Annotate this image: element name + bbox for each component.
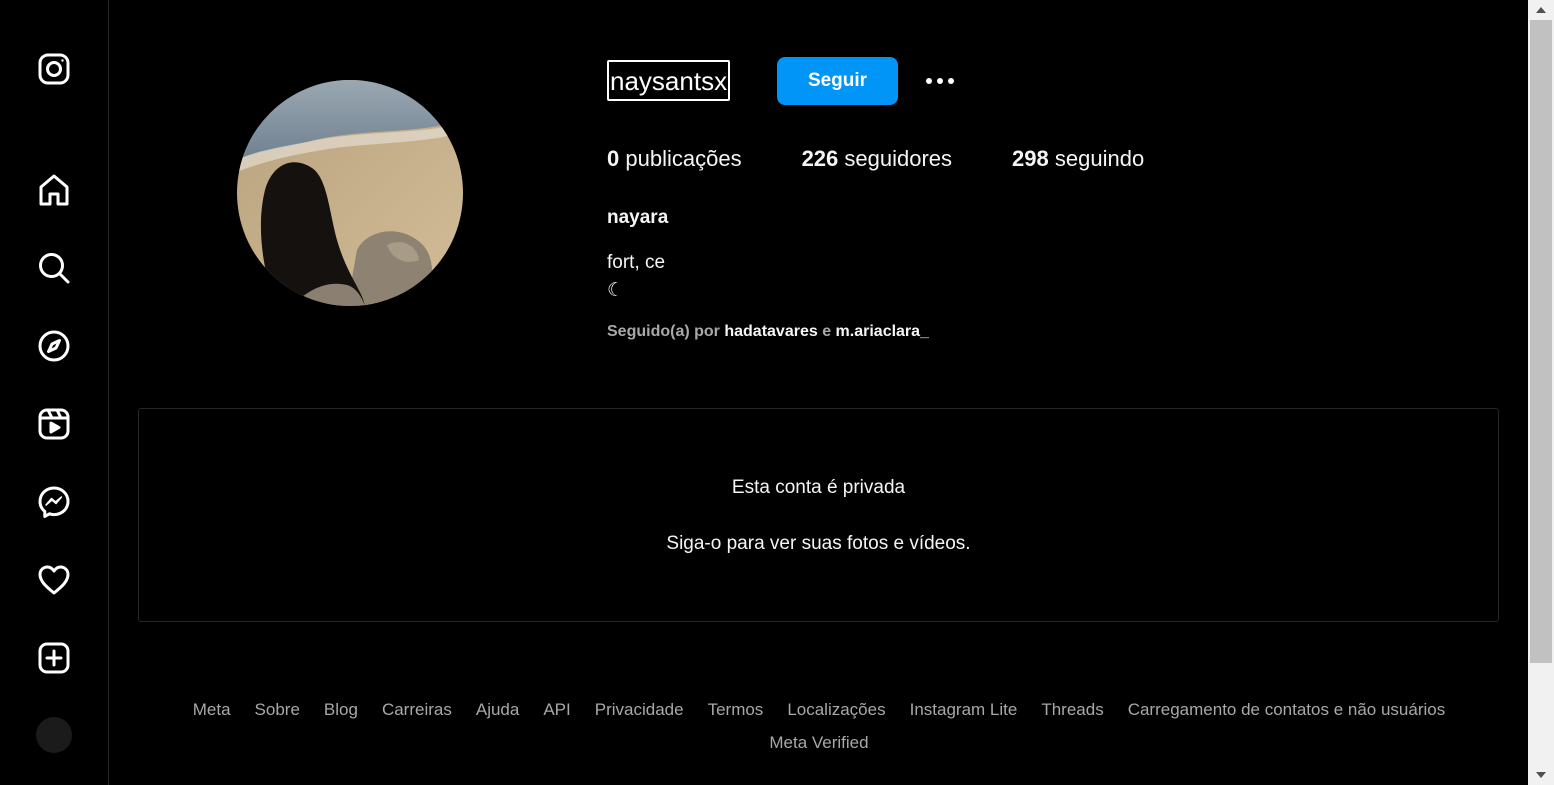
profile-bio-line: ☾: [607, 280, 625, 301]
profile-main: naysantsx Seguir 0 publicações 226 segui…: [110, 0, 1528, 785]
messenger-icon[interactable]: [34, 482, 74, 522]
profile-stats: 0 publicações 226 seguidores 298 seguind…: [607, 146, 1204, 172]
profile-bio-line: fort, ce: [607, 252, 666, 273]
footer-link-meta-verified[interactable]: Meta Verified: [769, 733, 868, 752]
footer-link[interactable]: Threads: [1041, 700, 1103, 720]
reels-icon[interactable]: [34, 404, 74, 444]
search-icon[interactable]: [34, 248, 74, 288]
scroll-up-icon[interactable]: [1528, 0, 1554, 20]
profile-picture[interactable]: [237, 80, 463, 306]
profile-full-name: nayara: [607, 207, 669, 228]
avatar[interactable]: [36, 717, 72, 753]
instagram-logo-icon[interactable]: [34, 49, 74, 89]
sidebar: [0, 0, 109, 785]
followers-link[interactable]: 226 seguidores: [802, 146, 952, 172]
footer-link[interactable]: Localizações: [787, 700, 885, 720]
home-icon[interactable]: [34, 170, 74, 210]
private-account-notice: Esta conta é privada Siga-o para ver sua…: [138, 408, 1499, 622]
footer-link[interactable]: Carreiras: [382, 700, 452, 720]
private-subtitle: Siga-o para ver suas fotos e vídeos.: [666, 533, 971, 554]
posts-count: 0 publicações: [607, 146, 742, 171]
footer-link[interactable]: Ajuda: [476, 700, 519, 720]
scrollbar[interactable]: [1528, 0, 1554, 785]
footer-links: Meta Sobre Blog Carreiras Ajuda API Priv…: [110, 700, 1528, 720]
scroll-down-icon[interactable]: [1528, 765, 1554, 785]
scrollbar-thumb[interactable]: [1530, 20, 1552, 663]
footer-link[interactable]: Termos: [708, 700, 764, 720]
footer-link[interactable]: Meta: [193, 700, 231, 720]
footer-link[interactable]: Privacidade: [595, 700, 684, 720]
footer-link[interactable]: Blog: [324, 700, 358, 720]
following-link[interactable]: 298 seguindo: [1012, 146, 1144, 172]
follow-button[interactable]: Seguir: [777, 57, 898, 105]
footer-link[interactable]: Carregamento de contatos e não usuários: [1128, 700, 1446, 720]
profile-username[interactable]: naysantsx: [607, 60, 731, 101]
footer-link[interactable]: Instagram Lite: [910, 700, 1018, 720]
followed-by: Seguido(a) por hadatavares e m.ariaclara…: [607, 323, 929, 340]
explore-icon[interactable]: [34, 326, 74, 366]
followed-by-user-link[interactable]: hadatavares: [724, 323, 817, 340]
heart-icon[interactable]: [34, 560, 74, 600]
followed-by-user-link[interactable]: m.ariaclara_: [836, 323, 929, 340]
private-title: Esta conta é privada: [731, 477, 906, 498]
footer: Meta Sobre Blog Carreiras Ajuda API Priv…: [110, 700, 1528, 753]
create-icon[interactable]: [34, 638, 74, 678]
footer-link[interactable]: Sobre: [255, 700, 300, 720]
footer-link[interactable]: API: [543, 700, 570, 720]
more-options-icon[interactable]: [920, 64, 960, 98]
